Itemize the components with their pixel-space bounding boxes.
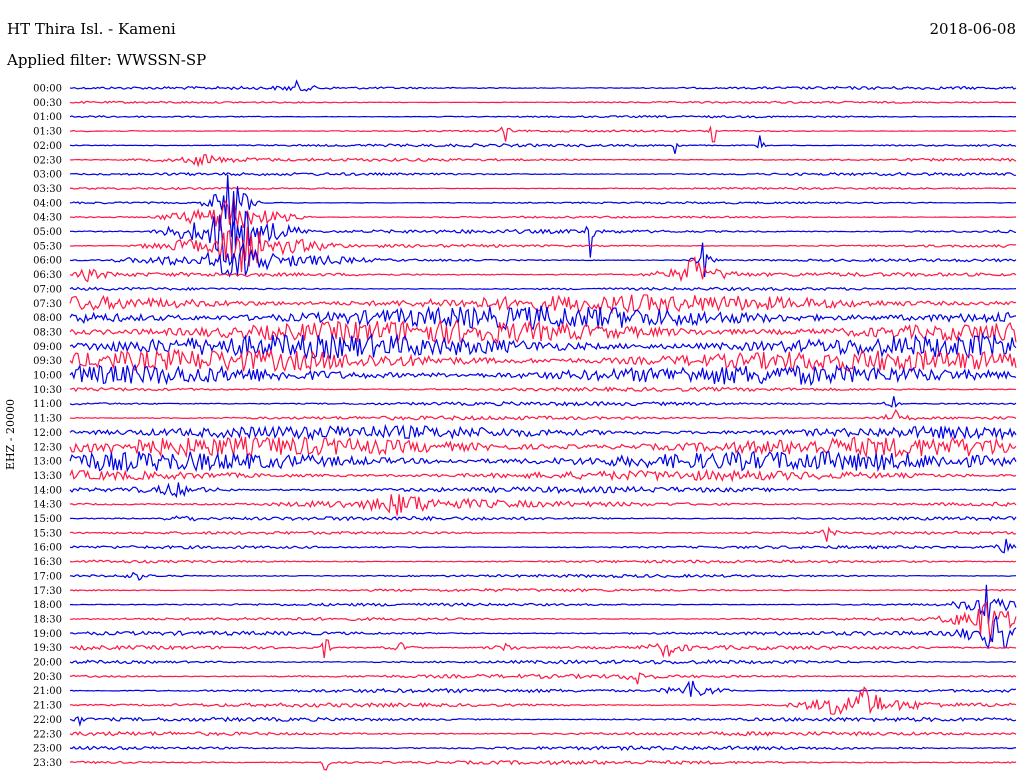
trace-line xyxy=(69,638,1017,659)
trace-line xyxy=(69,286,1017,292)
trace-line xyxy=(69,730,1017,737)
row-time-label: 12:30 xyxy=(33,442,62,453)
row-time-label: 15:00 xyxy=(33,514,62,525)
row-time-label: 06:30 xyxy=(33,270,62,281)
trace-line xyxy=(69,680,1017,697)
trace-line xyxy=(69,125,1017,143)
trace-line xyxy=(69,386,1017,393)
trace-line xyxy=(69,468,1017,483)
row-time-label: 07:30 xyxy=(33,299,62,310)
row-time-label: 14:30 xyxy=(33,500,62,511)
trace-line xyxy=(69,396,1017,408)
row-time-label: 18:30 xyxy=(33,614,62,625)
row-time-label: 08:00 xyxy=(33,313,62,324)
trace-line xyxy=(69,171,1017,177)
trace-line xyxy=(69,587,1017,593)
row-time-label: 14:00 xyxy=(33,485,62,496)
trace-line xyxy=(69,716,1017,728)
row-time-label: 21:00 xyxy=(33,686,62,697)
row-time-label: 05:00 xyxy=(33,227,62,238)
trace-line xyxy=(69,601,1017,642)
trace-line xyxy=(69,256,1017,283)
row-time-label: 02:00 xyxy=(33,141,62,152)
row-time-label: 16:30 xyxy=(33,557,62,568)
row-time-label: 15:30 xyxy=(33,528,62,539)
row-time-label: 03:30 xyxy=(33,184,62,195)
row-time-label: 17:00 xyxy=(33,571,62,582)
trace-line xyxy=(69,294,1017,315)
helicorder-plot: 00:00 00:30 01:00 01:30 02:00 02:30 03:00 03:30… xyxy=(33,79,1017,771)
row-time-label: 19:00 xyxy=(33,629,62,640)
row-time-label: 02:30 xyxy=(33,155,62,166)
row-time-label: 17:30 xyxy=(33,586,62,597)
trace-line xyxy=(69,494,1017,516)
row-time-label: 22:30 xyxy=(33,729,62,740)
row-time-label: 07:00 xyxy=(33,284,62,295)
row-time-label: 09:00 xyxy=(33,342,62,353)
trace-line xyxy=(69,319,1017,345)
row-time-label: 04:30 xyxy=(33,213,62,224)
trace-line xyxy=(69,759,1017,771)
row-time-label: 16:00 xyxy=(33,543,62,554)
trace-line xyxy=(70,571,1017,581)
trace-line xyxy=(69,154,1017,168)
row-time-label: 10:30 xyxy=(33,385,62,396)
trace-line xyxy=(69,79,1017,92)
row-time-label: 11:30 xyxy=(33,414,62,425)
row-time-label: 03:00 xyxy=(33,170,62,181)
row-time-label: 10:00 xyxy=(33,371,62,382)
row-time-label: 09:30 xyxy=(33,356,62,367)
row-time-label: 01:30 xyxy=(33,127,62,138)
row-time-label: 08:30 xyxy=(33,327,62,338)
trace-line xyxy=(69,672,1017,685)
row-time-label: 23:00 xyxy=(33,744,62,755)
row-time-label: 01:00 xyxy=(33,112,62,123)
trace-line xyxy=(69,526,1017,542)
trace-line xyxy=(69,482,1017,499)
trace-line xyxy=(69,538,1017,554)
trace-line xyxy=(69,515,1017,522)
row-time-label: 06:00 xyxy=(33,256,62,267)
row-time-label: 18:00 xyxy=(33,600,62,611)
trace-line xyxy=(69,423,1017,442)
row-time-label: 13:30 xyxy=(33,471,62,482)
row-time-label: 00:00 xyxy=(33,84,62,95)
trace-line xyxy=(69,409,1017,421)
trace-line xyxy=(69,363,1017,387)
trace-line xyxy=(69,435,1017,459)
trace-line xyxy=(69,745,1017,752)
trace-line xyxy=(69,242,1017,278)
trace-line xyxy=(69,115,1017,119)
row-time-label: 20:00 xyxy=(33,658,62,669)
row-time-label: 05:30 xyxy=(33,241,62,252)
trace-line xyxy=(69,659,1017,665)
row-time-label: 11:00 xyxy=(33,399,62,410)
trace-line xyxy=(69,186,1016,191)
trace-line xyxy=(69,559,1017,564)
row-time-label: 19:30 xyxy=(33,643,62,654)
row-time-label: 13:00 xyxy=(33,457,62,468)
row-time-label: 12:00 xyxy=(33,428,62,439)
row-time-label: 04:00 xyxy=(33,198,62,209)
row-time-label: 21:30 xyxy=(33,701,62,712)
row-time-label: 20:30 xyxy=(33,672,62,683)
trace-line xyxy=(69,135,1017,154)
row-time-label: 23:30 xyxy=(33,758,62,769)
row-time-label: 00:30 xyxy=(33,98,62,109)
row-time-label: 22:00 xyxy=(33,715,62,726)
trace-line xyxy=(69,100,1016,104)
